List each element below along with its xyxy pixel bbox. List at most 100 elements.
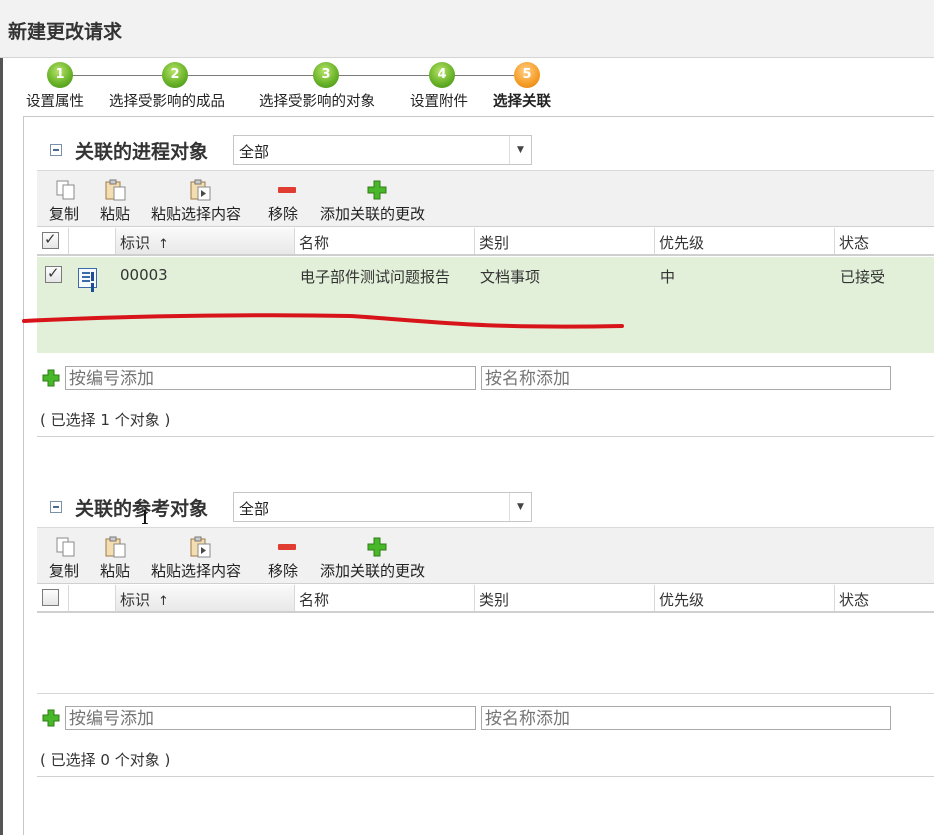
reference-grid-header: 标识 ↑ 名称 类别 优先级 状态 (37, 585, 934, 613)
paste-selection-button[interactable]: 粘贴选择内容 (147, 528, 257, 585)
row-checkbox[interactable] (45, 264, 62, 283)
paste-icon (105, 179, 126, 201)
copy-label: 复制 (49, 205, 80, 223)
reference-filter-value: 全部 (239, 500, 270, 518)
column-header-name[interactable]: 名称 (295, 228, 475, 254)
add-related-change-button[interactable]: 添加关联的更改 (317, 528, 442, 585)
column-header-name[interactable]: 名称 (295, 585, 475, 611)
process-section-title: 关联的进程对象 (75, 141, 209, 163)
select-all-cell (37, 228, 69, 254)
window-left-border (0, 58, 3, 835)
process-grid-body: 00003 电子部件测试问题报告 文档事项 中 已接受 (37, 257, 934, 353)
paste-selection-icon (190, 179, 211, 201)
process-toolbar: 复制 粘贴 粘贴选择内容 移除 添加关联的更改 (37, 170, 934, 227)
column-header-status[interactable]: 状态 (835, 585, 934, 611)
collapse-icon[interactable] (50, 501, 62, 513)
paste-selection-label: 粘贴选择内容 (151, 205, 242, 223)
process-grid-header: 标识 ↑ 名称 类别 优先级 状态 (37, 228, 934, 256)
process-filter-value: 全部 (239, 143, 270, 161)
add-by-name-input[interactable] (481, 366, 891, 390)
step-1-number: 1 (47, 62, 73, 88)
row-id[interactable]: 00003 (120, 266, 168, 284)
wizard-steps: 1 设置属性 2 选择受影响的成品 3 选择受影响的对象 4 设置附件 5 选择… (0, 58, 934, 114)
collapse-icon[interactable] (50, 144, 62, 156)
add-icon (367, 180, 387, 200)
paste-selection-button[interactable]: 粘贴选择内容 (147, 171, 257, 228)
remove-icon (278, 544, 296, 550)
window-title: 新建更改请求 (0, 0, 934, 58)
remove-label: 移除 (268, 205, 299, 223)
column-header-id[interactable]: 标识 ↑ (116, 228, 295, 254)
paste-label: 粘贴 (100, 562, 131, 580)
copy-label: 复制 (49, 562, 80, 580)
add-related-change-label: 添加关联的更改 (320, 562, 426, 580)
add-by-number-input[interactable] (65, 366, 476, 390)
step-5-label: 选择关联 (493, 94, 551, 110)
step-4-number: 4 (429, 62, 455, 88)
dropdown-arrow-icon[interactable]: ▼ (509, 493, 531, 521)
table-row[interactable]: 00003 电子部件测试问题报告 文档事项 中 已接受 (37, 257, 934, 293)
column-header-category[interactable]: 类别 (475, 585, 655, 611)
step-2-number: 2 (162, 62, 188, 88)
select-all-cell (37, 585, 69, 611)
column-header-status[interactable]: 状态 (835, 228, 934, 254)
text-cursor-icon: I (141, 505, 149, 529)
reference-selection-count: ( 已选择 0 个对象 ) (40, 751, 171, 769)
copy-icon (56, 180, 75, 200)
wizard-step-1[interactable]: 1 设置属性 (0, 58, 100, 114)
section-divider (37, 776, 934, 777)
paste-icon (105, 536, 126, 558)
select-all-checkbox[interactable] (42, 230, 59, 249)
step-4-label: 设置附件 (410, 94, 468, 110)
reference-filter-select[interactable]: 全部 ▼ (233, 492, 532, 522)
wizard-step-3[interactable]: 3 选择受影响的对象 (255, 58, 400, 114)
paste-label: 粘贴 (100, 205, 131, 223)
row-priority: 中 (660, 268, 676, 286)
step-2-label: 选择受影响的成品 (109, 94, 225, 110)
column-header-category[interactable]: 类别 (475, 228, 655, 254)
copy-button[interactable]: 复制 (42, 528, 87, 585)
add-by-name-input[interactable] (481, 706, 891, 730)
row-name: 电子部件测试问题报告 (300, 268, 451, 286)
paste-button[interactable]: 粘贴 (92, 171, 137, 228)
reference-grid-body-empty (37, 614, 934, 694)
row-status: 已接受 (840, 268, 886, 286)
remove-button[interactable]: 移除 (265, 171, 310, 228)
copy-icon (56, 537, 75, 557)
step-3-label: 选择受影响的对象 (259, 94, 375, 110)
wizard-step-2[interactable]: 2 选择受影响的成品 (100, 58, 250, 114)
row-category: 文档事项 (480, 268, 541, 286)
wizard-step-5[interactable]: 5 选择关联 (488, 58, 568, 114)
add-plus-icon[interactable] (42, 369, 60, 387)
add-related-change-button[interactable]: 添加关联的更改 (317, 171, 442, 228)
column-id-label: 标识 (120, 591, 151, 609)
paste-button[interactable]: 粘贴 (92, 528, 137, 585)
icon-column-header (69, 585, 116, 611)
add-by-number-input[interactable] (65, 706, 476, 730)
column-header-priority[interactable]: 优先级 (655, 228, 835, 254)
section-divider (37, 436, 934, 437)
step-3-number: 3 (313, 62, 339, 88)
process-selection-count: ( 已选择 1 个对象 ) (40, 411, 171, 429)
process-filter-select[interactable]: 全部 ▼ (233, 135, 532, 165)
remove-button[interactable]: 移除 (265, 528, 310, 585)
icon-column-header (69, 228, 116, 254)
column-header-priority[interactable]: 优先级 (655, 585, 835, 611)
reference-add-row (37, 706, 934, 732)
remove-icon (278, 187, 296, 193)
select-all-checkbox[interactable] (42, 589, 59, 606)
wizard-step-4[interactable]: 4 设置附件 (405, 58, 485, 114)
process-add-row (37, 366, 934, 392)
add-plus-icon[interactable] (42, 709, 60, 727)
document-icon[interactable] (78, 268, 97, 288)
copy-button[interactable]: 复制 (42, 171, 87, 228)
column-header-id[interactable]: 标识 ↑ (116, 585, 295, 611)
reference-objects-section: 关联的参考对象 全部 ▼ 复制 粘贴 粘贴选择内容 移除 添加关联的更改 标识 … (37, 491, 934, 777)
add-icon (367, 537, 387, 557)
step-5-number: 5 (514, 62, 540, 88)
reference-toolbar: 复制 粘贴 粘贴选择内容 移除 添加关联的更改 (37, 527, 934, 584)
sort-ascending-icon: ↑ (158, 594, 169, 609)
step-1-label: 设置属性 (26, 94, 84, 110)
sort-ascending-icon: ↑ (158, 237, 169, 252)
dropdown-arrow-icon[interactable]: ▼ (509, 136, 531, 164)
